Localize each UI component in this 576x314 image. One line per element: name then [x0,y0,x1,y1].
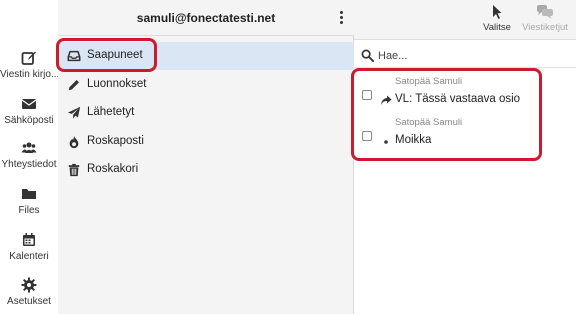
nav-calendar[interactable]: Kalenteri [0,232,58,262]
search-input[interactable] [378,46,568,66]
nav-files-label: Files [18,205,40,216]
trash-icon [68,163,80,177]
folder-drafts-label: Luonnokset [87,78,147,90]
folder-inbox[interactable]: Saapuneet [58,42,354,70]
account-email: samuli@fonectatesti.net [136,11,276,25]
nav-calendar-label: Kalenteri [9,251,49,262]
cursor-icon [493,5,502,19]
folder-drafts[interactable]: Luonnokset [58,71,354,99]
folder-panel-header: samuli@fonectatesti.net [58,0,354,36]
kebab-dot-icon [339,21,343,24]
nav-settings[interactable]: Asetukset [0,277,58,307]
message-sender: Satopää Samuli [395,76,463,87]
message-checkbox[interactable] [362,131,372,141]
nav-settings-label: Asetukset [7,296,51,307]
folder-inbox-label: Saapuneet [87,49,143,61]
nav-files[interactable]: Files [0,186,58,216]
message-checkbox[interactable] [362,90,372,100]
message-subject: Moikka [395,134,432,146]
envelope-icon [21,99,37,109]
folder-trash-label: Roskakori [87,163,139,175]
nav-contacts[interactable]: Yhteystiedot [0,140,58,170]
folder-junk[interactable]: Roskaposti [58,128,354,156]
select-button-label: Valitse [483,22,511,33]
compose-icon [21,51,36,65]
threads-button[interactable]: Viestiketjut [519,4,571,33]
pencil-icon [68,80,79,91]
search-bar [354,44,576,68]
select-button[interactable]: Valitse [479,4,515,33]
fire-icon [69,135,79,149]
message-list-panel: Valitse Viestiketjut Satopää Samuli VL: … [354,0,576,314]
folder-panel: samuli@fonectatesti.net Saapuneet Luonno… [58,0,354,314]
unread-dot-icon [384,140,388,144]
folder-trash[interactable]: Roskakori [58,156,354,184]
kebab-dot-icon [339,11,343,14]
nav-email[interactable]: Sähköposti [0,96,58,126]
message-sender: Satopää Samuli [395,117,463,128]
gear-icon [21,277,37,293]
folder-sent[interactable]: Lähetetyt [58,99,354,127]
inbox-icon [67,50,81,62]
threads-button-label: Viestiketjut [522,22,568,33]
message-toolbar: Valitse Viestiketjut [354,0,576,40]
contacts-icon [21,142,37,153]
message-row[interactable]: Satopää Samuli Moikka [354,114,576,156]
message-subject: VL: Tässä vastaava osio [395,93,521,105]
main-navigation: Viestin kirjo... Sähköposti Yhteystiedot… [0,0,58,314]
folder-icon [22,189,36,199]
forward-icon [381,95,392,105]
account-menu-button[interactable] [337,10,345,28]
folder-junk-label: Roskaposti [87,135,144,147]
nav-compose[interactable]: Viestin kirjo... [0,50,58,80]
kebab-dot-icon [339,16,343,19]
nav-contacts-label: Yhteystiedot [1,159,57,170]
nav-email-label: Sähköposti [4,115,54,126]
nav-compose-label: Viestin kirjo... [0,69,58,80]
calendar-icon [23,233,35,246]
message-row[interactable]: Satopää Samuli VL: Tässä vastaava osio [354,73,576,115]
search-icon [361,49,374,62]
paper-plane-icon [67,106,81,119]
chat-bubbles-icon [537,5,553,19]
folder-sent-label: Lähetetyt [87,106,135,118]
